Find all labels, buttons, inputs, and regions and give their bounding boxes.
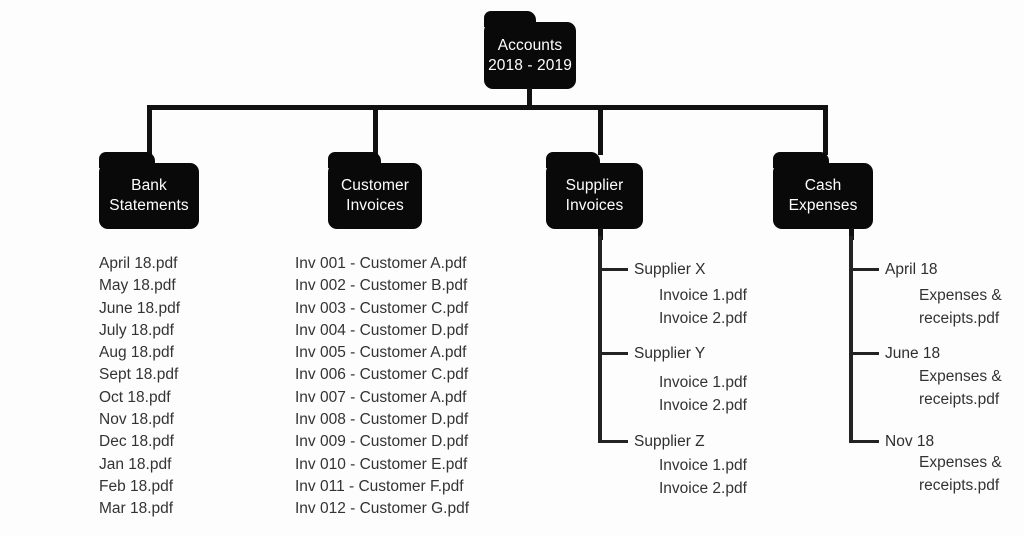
folder-customer-invoices[interactable]: Customer Invoices xyxy=(328,152,422,229)
connector-drop-bank-statements xyxy=(147,105,152,155)
list-item[interactable]: Aug 18.pdf xyxy=(99,342,180,364)
list-item[interactable]: Expenses & xyxy=(919,366,1002,389)
list-item[interactable]: Inv 010 - Customer E.pdf xyxy=(295,454,469,476)
list-item[interactable]: Inv 008 - Customer D.pdf xyxy=(295,409,469,431)
folder-supplier-invoices-label-line2: Invoices xyxy=(565,197,624,214)
list-item[interactable]: Oct 18.pdf xyxy=(99,387,180,409)
connector-stub-nov-18 xyxy=(851,440,879,443)
subfolder-april-18[interactable]: April 18 xyxy=(885,260,938,280)
file-list-nov-18: Expenses & receipts.pdf xyxy=(919,452,1002,497)
connector-stub-supplier-z xyxy=(600,440,628,443)
subfolder-supplier-z[interactable]: Supplier Z xyxy=(634,432,705,452)
list-item[interactable]: Inv 003 - Customer C.pdf xyxy=(295,298,469,320)
list-item[interactable]: Invoice 1.pdf xyxy=(659,372,747,395)
list-item[interactable]: April 18.pdf xyxy=(99,253,180,275)
folder-accounts-label-line1: Accounts xyxy=(497,36,563,54)
list-item[interactable]: Inv 004 - Customer D.pdf xyxy=(295,320,469,342)
connector-bus-horizontal xyxy=(147,105,828,110)
subfolder-supplier-y[interactable]: Supplier Y xyxy=(634,344,705,364)
folder-customer-invoices-label: Customer Invoices xyxy=(328,163,422,229)
list-item[interactable]: Jan 18.pdf xyxy=(99,454,180,476)
file-list-customer-invoices: Inv 001 - Customer A.pdf Inv 002 - Custo… xyxy=(295,253,469,521)
folder-cash-expenses[interactable]: Cash Expenses xyxy=(773,152,873,229)
folder-bank-statements-label: Bank Statements xyxy=(99,163,199,229)
list-item[interactable]: Mar 18.pdf xyxy=(99,498,180,520)
list-item[interactable]: Invoice 1.pdf xyxy=(659,285,747,308)
folder-supplier-invoices[interactable]: Supplier Invoices xyxy=(546,152,643,229)
list-item[interactable]: Expenses & xyxy=(919,285,1002,308)
list-item[interactable]: Invoice 2.pdf xyxy=(659,395,747,418)
file-list-april-18: Expenses & receipts.pdf xyxy=(919,285,1002,330)
connector-stub-april-18 xyxy=(851,268,879,271)
list-item[interactable]: receipts.pdf xyxy=(919,308,1002,331)
list-item[interactable]: Inv 011 - Customer F.pdf xyxy=(295,476,469,498)
folder-structure-diagram: Accounts 2018 - 2019 Bank Statements Apr… xyxy=(0,0,1024,536)
list-item[interactable]: Inv 005 - Customer A.pdf xyxy=(295,342,469,364)
list-item[interactable]: Nov 18.pdf xyxy=(99,409,180,431)
list-item[interactable]: Invoice 1.pdf xyxy=(659,455,747,478)
folder-cash-expenses-label: Cash Expenses xyxy=(773,163,873,229)
file-list-june-18: Expenses & receipts.pdf xyxy=(919,366,1002,411)
list-item[interactable]: Inv 006 - Customer C.pdf xyxy=(295,364,469,386)
list-item[interactable]: Feb 18.pdf xyxy=(99,476,180,498)
list-item[interactable]: Invoice 2.pdf xyxy=(659,478,747,501)
folder-bank-statements-label-line2: Statements xyxy=(109,197,189,214)
list-item[interactable]: May 18.pdf xyxy=(99,275,180,297)
folder-cash-expenses-label-line1: Cash xyxy=(804,177,842,195)
folder-bank-statements[interactable]: Bank Statements xyxy=(99,152,199,229)
list-item[interactable]: receipts.pdf xyxy=(919,475,1002,498)
folder-accounts[interactable]: Accounts 2018 - 2019 xyxy=(484,11,576,89)
connector-stub-june-18 xyxy=(851,352,879,355)
connector-stub-supplier-y xyxy=(600,352,628,355)
list-item[interactable]: receipts.pdf xyxy=(919,389,1002,412)
list-item[interactable]: Inv 002 - Customer B.pdf xyxy=(295,275,469,297)
file-list-supplier-x: Invoice 1.pdf Invoice 2.pdf xyxy=(659,285,747,330)
list-item[interactable]: Invoice 2.pdf xyxy=(659,308,747,331)
subfolder-supplier-x[interactable]: Supplier X xyxy=(634,260,706,280)
file-list-supplier-y: Invoice 1.pdf Invoice 2.pdf xyxy=(659,372,747,417)
folder-customer-invoices-label-line1: Customer xyxy=(341,177,409,195)
folder-accounts-label-line2: 2018 - 2019 xyxy=(488,56,572,74)
folder-supplier-invoices-label-line1: Supplier xyxy=(565,177,624,195)
folder-accounts-label: Accounts 2018 - 2019 xyxy=(484,22,576,89)
folder-customer-invoices-label-line2: Invoices xyxy=(346,197,404,214)
list-item[interactable]: July 18.pdf xyxy=(99,320,180,342)
list-item[interactable]: Inv 012 - Customer G.pdf xyxy=(295,498,469,520)
file-list-supplier-z: Invoice 1.pdf Invoice 2.pdf xyxy=(659,455,747,500)
folder-bank-statements-label-line1: Bank xyxy=(131,177,167,195)
list-item[interactable]: Inv 001 - Customer A.pdf xyxy=(295,253,469,275)
folder-supplier-invoices-label: Supplier Invoices xyxy=(546,163,643,229)
connector-drop-cash-expenses xyxy=(823,105,828,155)
list-item[interactable]: Inv 009 - Customer D.pdf xyxy=(295,431,469,453)
subfolder-june-18[interactable]: June 18 xyxy=(885,344,940,364)
connector-stub-supplier-x xyxy=(600,268,628,271)
subfolder-nov-18[interactable]: Nov 18 xyxy=(885,432,934,452)
connector-drop-customer-invoices xyxy=(373,105,378,155)
list-item[interactable]: Dec 18.pdf xyxy=(99,431,180,453)
list-item[interactable]: Expenses & xyxy=(919,452,1002,475)
list-item[interactable]: June 18.pdf xyxy=(99,298,180,320)
connector-drop-supplier-invoices xyxy=(598,105,603,155)
file-list-bank-statements: April 18.pdf May 18.pdf June 18.pdf July… xyxy=(99,253,180,521)
list-item[interactable]: Sept 18.pdf xyxy=(99,364,180,386)
folder-cash-expenses-label-line2: Expenses xyxy=(788,197,858,214)
list-item[interactable]: Inv 007 - Customer A.pdf xyxy=(295,387,469,409)
